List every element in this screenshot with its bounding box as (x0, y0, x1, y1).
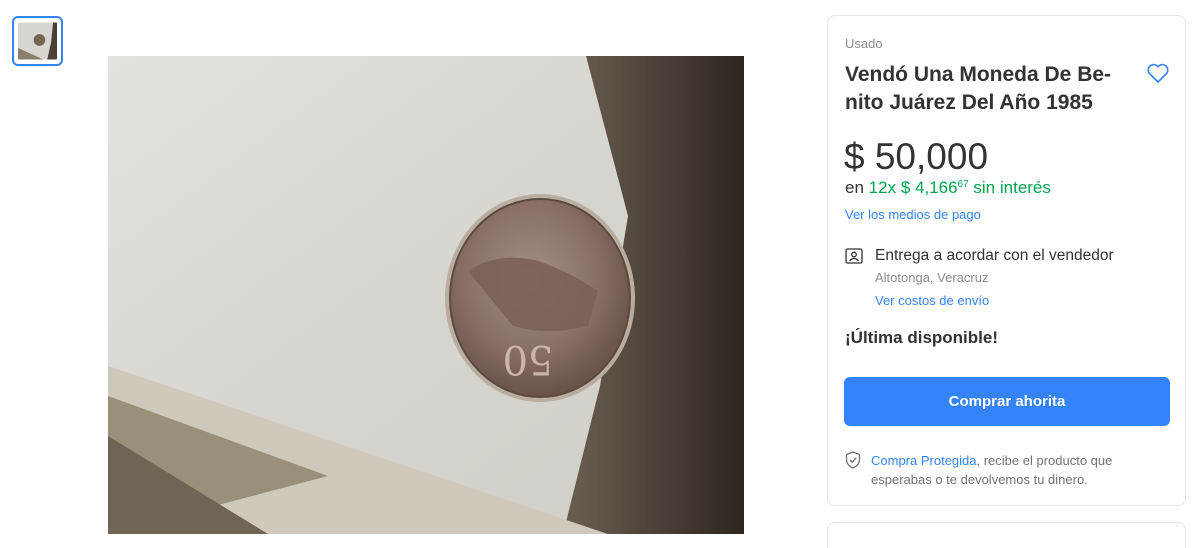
installments-amount: $ 4,166 (900, 178, 958, 197)
shipping-costs-link[interactable]: Ver costos de envío (875, 293, 989, 308)
gallery-thumbnail[interactable] (12, 16, 63, 66)
product-title: Vendó Una Moneda De Be-nito Juárez Del A… (845, 63, 1112, 114)
product-page: 50 Usado Vendó Una Moneda De Be-nito Juá… (0, 0, 1200, 548)
thumbnail-image (18, 22, 57, 60)
installments-suffix: sin interés (973, 178, 1051, 197)
shield-check-icon (845, 451, 861, 469)
installments-info: en 12x $ 4,16667 sin interés (845, 178, 1051, 198)
buy-box: Usado Vendó Una Moneda De Be-nito Juárez… (827, 15, 1186, 506)
payment-methods-link[interactable]: Ver los medios de pago (845, 207, 981, 222)
stock-status: ¡Última disponible! (845, 328, 998, 347)
delivery-location: Altotonga, Veracruz (875, 270, 989, 285)
protected-purchase-link[interactable]: Compra Protegida (871, 453, 977, 468)
secondary-card (827, 522, 1186, 548)
heart-icon[interactable] (1146, 62, 1170, 84)
product-photo[interactable]: 50 (108, 56, 744, 534)
buy-now-button[interactable]: Comprar ahorita (844, 377, 1170, 426)
installments-count: 12x (868, 178, 897, 197)
purchase-protection: Compra Protegida, recibe el producto que… (871, 451, 1171, 489)
installments-cents: 67 (957, 179, 969, 190)
svg-text:50: 50 (503, 336, 554, 382)
coin-photo: 50 (108, 56, 744, 534)
item-condition: Usado (845, 36, 883, 51)
installments-prefix: en (845, 178, 864, 197)
delivery-person-icon (845, 248, 863, 264)
product-price: $ 50,000 (844, 136, 989, 177)
delivery-title: Entrega a acordar con el vendedor (875, 247, 1114, 264)
